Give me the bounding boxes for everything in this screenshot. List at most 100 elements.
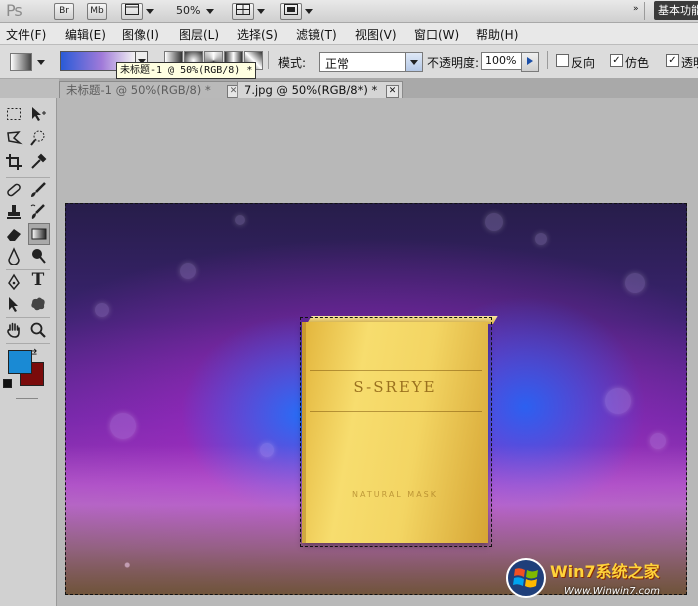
options-bar: 模式: 正常 不透明度: 100% 反向 ✓ 仿色 ✓ 透明 bbox=[0, 45, 698, 79]
canvas-area[interactable]: S-SREYE NATURAL MASK bbox=[57, 98, 698, 606]
mode-label: 模式: bbox=[278, 56, 307, 70]
view-extras-dropdown-icon[interactable] bbox=[146, 9, 154, 14]
menu-bar: 文件(F) 编辑(E) 图像(I) 图层(L) 选择(S) 滤镜(T) 视图(V… bbox=[0, 23, 698, 45]
menu-edit[interactable]: 编辑(E) bbox=[65, 26, 106, 43]
transparency-checkbox[interactable]: ✓ bbox=[666, 54, 679, 67]
blur-tool[interactable] bbox=[4, 246, 24, 266]
type-tool[interactable]: T bbox=[28, 270, 48, 290]
lasso-tool[interactable] bbox=[4, 128, 24, 148]
screen-mode-dropdown-icon[interactable] bbox=[305, 9, 313, 14]
view-extras-icon bbox=[125, 4, 139, 15]
gradient-icon bbox=[31, 228, 47, 240]
eyedropper-tool[interactable] bbox=[28, 152, 48, 172]
pen-nib-icon bbox=[8, 273, 20, 291]
crop-tool[interactable] bbox=[4, 152, 24, 172]
menu-file[interactable]: 文件(F) bbox=[6, 26, 46, 43]
tab-label: 未标题-1 @ 50%(RGB/8) * bbox=[66, 83, 211, 97]
options-divider bbox=[547, 51, 548, 69]
arrange-documents-button[interactable] bbox=[232, 3, 254, 20]
crop-icon bbox=[6, 154, 22, 170]
path-selection-tool[interactable] bbox=[4, 294, 24, 314]
custom-shape-icon bbox=[31, 297, 45, 311]
checkmark-icon: ✓ bbox=[612, 55, 621, 66]
opacity-slider-button[interactable] bbox=[521, 52, 539, 72]
history-brush-tool[interactable] bbox=[28, 202, 48, 222]
bridge-button[interactable]: Br bbox=[54, 3, 74, 20]
tool-preset-dropdown-icon[interactable] bbox=[37, 60, 45, 65]
healing-brush-tool[interactable] bbox=[4, 180, 24, 200]
magnifier-icon bbox=[30, 322, 46, 338]
bokeh-light bbox=[180, 263, 196, 279]
eraser-tool[interactable] bbox=[4, 224, 24, 244]
zoom-level[interactable]: 50% bbox=[176, 4, 200, 17]
zoom-tool[interactable] bbox=[28, 320, 48, 340]
tooltip: 未标题-1 @ 50%(RGB/8) * bbox=[116, 62, 257, 79]
tool-preset-icon[interactable] bbox=[10, 53, 32, 71]
clone-stamp-tool[interactable] bbox=[4, 202, 24, 222]
mini-bridge-button[interactable]: Mb bbox=[87, 3, 107, 20]
tab-7-jpg[interactable]: 7.jpg @ 50%(RGB/8*) * ✕ bbox=[237, 81, 403, 99]
menu-view[interactable]: 视图(V) bbox=[355, 26, 397, 43]
gradient-tool[interactable] bbox=[28, 223, 50, 245]
close-icon[interactable]: ✕ bbox=[386, 85, 399, 98]
bokeh-light bbox=[605, 388, 631, 414]
view-extras-button[interactable] bbox=[121, 3, 143, 20]
dodge-icon bbox=[32, 249, 46, 264]
workspace-arrows-icon[interactable]: » bbox=[633, 4, 639, 14]
menu-image[interactable]: 图像(I) bbox=[122, 26, 159, 43]
brush-tool[interactable] bbox=[28, 180, 48, 200]
menu-select[interactable]: 选择(S) bbox=[237, 26, 278, 43]
dodge-tool[interactable] bbox=[28, 246, 48, 266]
options-divider bbox=[268, 51, 269, 69]
hand-icon bbox=[7, 322, 20, 338]
blend-mode-select[interactable]: 正常 bbox=[319, 52, 423, 72]
opacity-input[interactable]: 100% bbox=[481, 52, 524, 70]
blend-mode-value: 正常 bbox=[325, 57, 350, 71]
default-colors-icon[interactable] bbox=[3, 379, 12, 388]
workspace-switcher[interactable]: 基本功能 bbox=[654, 1, 698, 20]
custom-shape-tool[interactable] bbox=[28, 294, 48, 314]
menu-layer[interactable]: 图层(L) bbox=[179, 26, 219, 43]
quick-mask-divider bbox=[16, 398, 38, 399]
dither-checkbox[interactable]: ✓ bbox=[610, 54, 623, 67]
hand-tool[interactable] bbox=[4, 320, 24, 340]
bokeh-light bbox=[95, 303, 109, 317]
menu-window[interactable]: 窗口(W) bbox=[414, 26, 459, 43]
chevron-down-icon bbox=[405, 53, 422, 71]
tab-untitled-1[interactable]: 未标题-1 @ 50%(RGB/8) * ✕ bbox=[59, 81, 244, 99]
arrange-dropdown-icon[interactable] bbox=[257, 9, 265, 14]
marquee-tool[interactable] bbox=[4, 104, 24, 124]
rect-marquee-icon bbox=[7, 108, 21, 120]
site-watermark: Win7系统之家 Www.Winwin7.com bbox=[506, 556, 696, 604]
zoom-dropdown-icon[interactable] bbox=[206, 9, 214, 14]
stamp-icon bbox=[7, 205, 21, 219]
path-arrow-icon bbox=[9, 297, 18, 312]
menu-filter[interactable]: 滤镜(T) bbox=[296, 26, 337, 43]
checkmark-icon: ✓ bbox=[668, 55, 677, 66]
type-t-icon: T bbox=[31, 270, 45, 290]
document-tab-bar: 未标题-1 @ 50%(RGB/8) * ✕ 7.jpg @ 50%(RGB/8… bbox=[59, 79, 698, 99]
bokeh-light bbox=[235, 215, 245, 225]
pen-tool[interactable] bbox=[4, 272, 24, 292]
eraser-icon bbox=[7, 229, 21, 241]
quick-selection-tool[interactable] bbox=[28, 128, 48, 148]
history-brush-icon bbox=[30, 204, 45, 219]
screen-mode-icon bbox=[284, 4, 298, 15]
reverse-label: 反向 bbox=[571, 56, 596, 70]
play-arrow-icon bbox=[527, 57, 533, 65]
reverse-checkbox[interactable] bbox=[556, 54, 569, 67]
move-tool[interactable] bbox=[28, 104, 48, 124]
tools-divider bbox=[6, 343, 50, 344]
watermark-title: Win7系统之家 bbox=[550, 562, 660, 581]
windows-logo-icon bbox=[506, 558, 546, 598]
quick-selection-icon bbox=[30, 130, 45, 146]
selection-marquee-box bbox=[300, 317, 492, 547]
lasso-icon bbox=[7, 131, 23, 145]
bandage-icon bbox=[7, 183, 21, 197]
foreground-color-swatch[interactable] bbox=[8, 350, 32, 374]
dither-label: 仿色 bbox=[625, 56, 650, 70]
move-arrow-icon bbox=[32, 107, 46, 121]
screen-mode-button[interactable] bbox=[280, 3, 302, 20]
menu-help[interactable]: 帮助(H) bbox=[476, 26, 518, 43]
transparency-label: 透明 bbox=[681, 56, 698, 70]
